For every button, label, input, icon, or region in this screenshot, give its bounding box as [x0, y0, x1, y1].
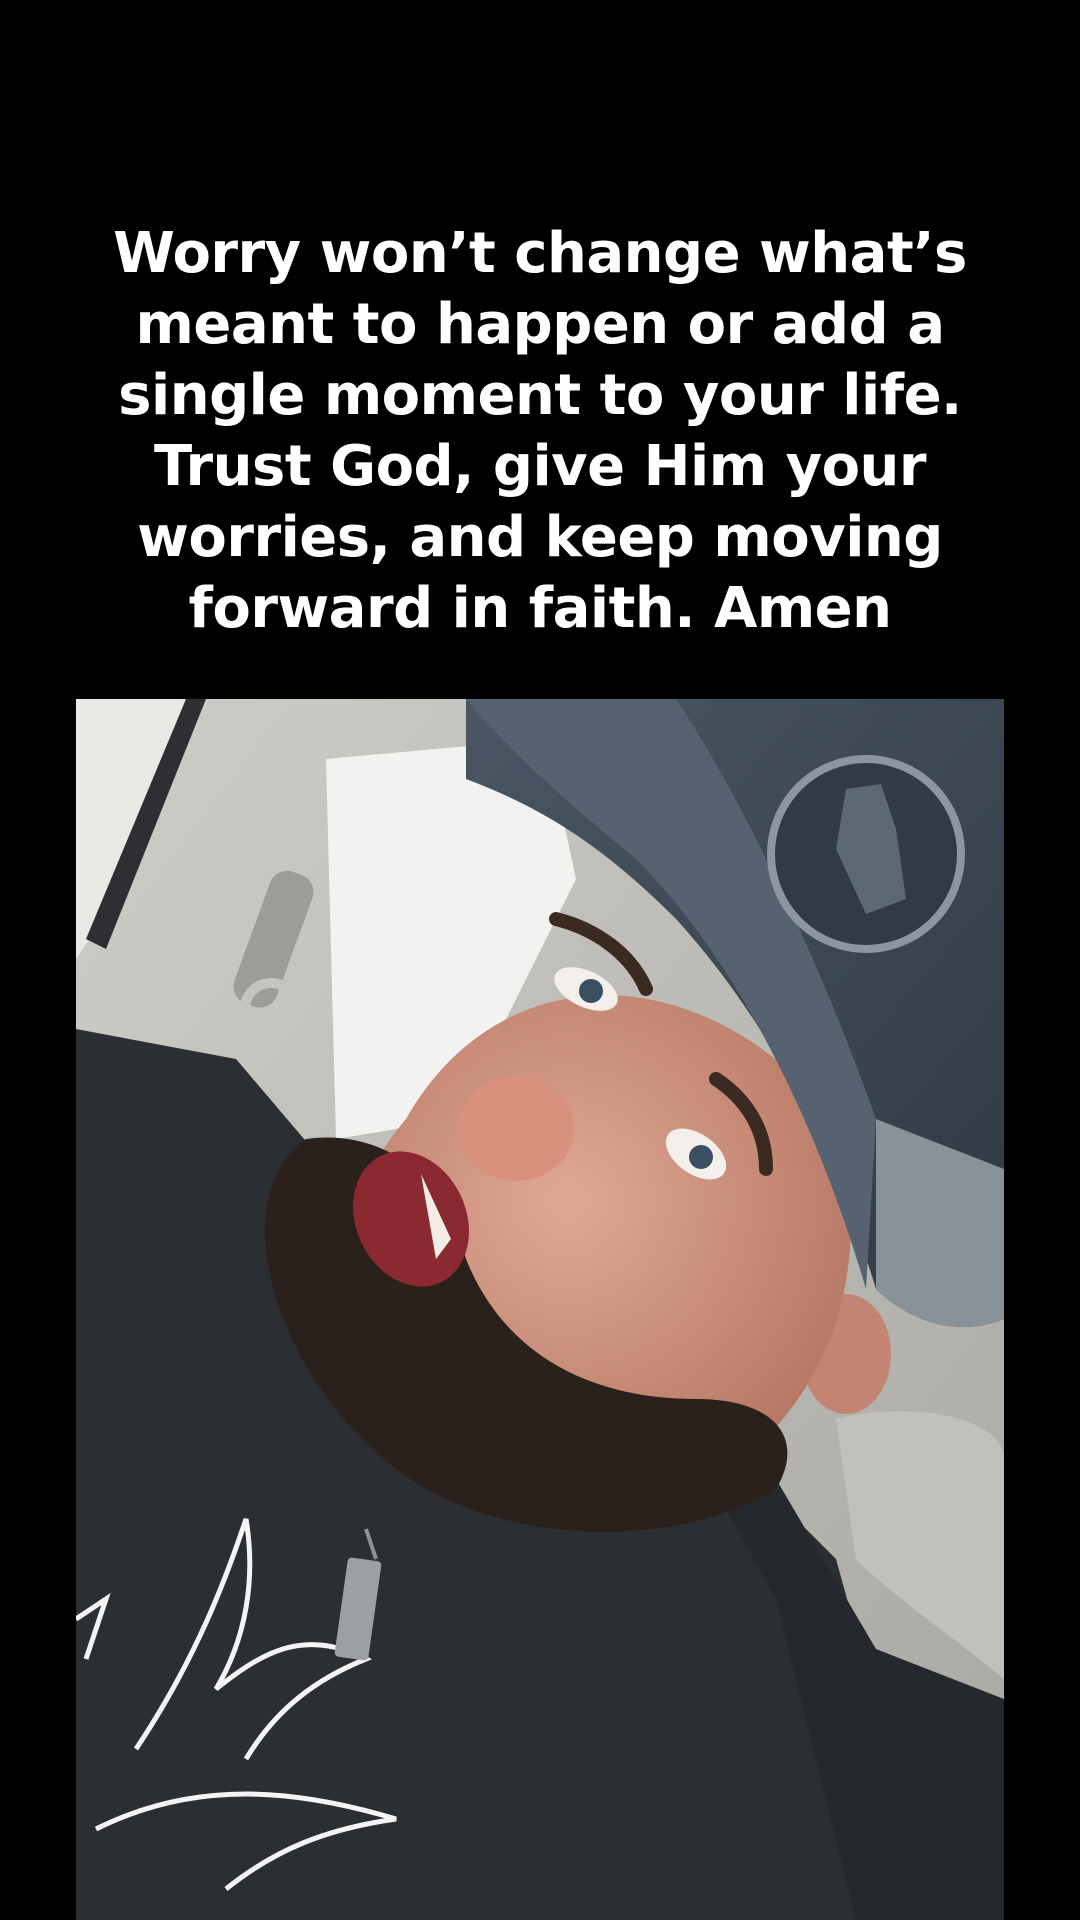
video-frame	[76, 699, 1004, 1920]
caption-line-4: Trust God, give Him your	[153, 434, 927, 499]
caption-line-5: worries, and keep moving	[137, 505, 943, 570]
caption-line-1: Worry won’t change what’s	[113, 221, 967, 286]
nose	[458, 1077, 574, 1181]
caption-line-2: meant to happen or add a	[135, 292, 946, 357]
selfie-illustration	[76, 699, 1004, 1920]
caption-text: Worry won’t change what’s meant to happe…	[90, 218, 990, 644]
caption-line-6: forward in faith. Amen	[188, 576, 892, 641]
caption-line-3: single moment to your life.	[118, 363, 962, 428]
